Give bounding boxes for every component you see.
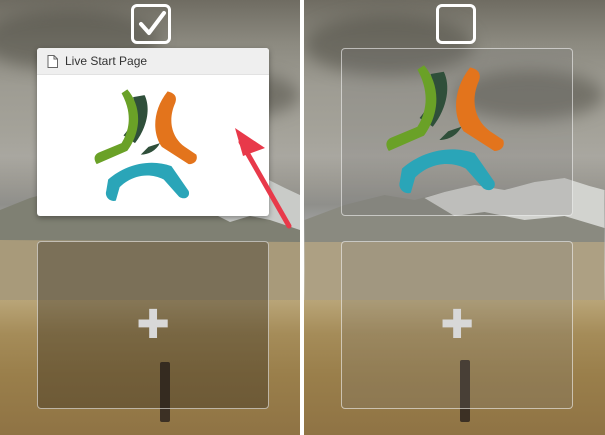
start-page-tile[interactable] [341, 48, 573, 216]
app-logo-icon [94, 89, 197, 201]
add-tile[interactable]: ✚ [37, 241, 269, 409]
right-panel: ✚ [304, 0, 605, 435]
add-tile[interactable]: ✚ [341, 241, 573, 409]
popup-header: Live Start Page [37, 48, 269, 75]
checkbox-checked[interactable] [131, 4, 171, 44]
checkbox-unchecked[interactable] [436, 4, 476, 44]
left-panel: Live Start Page ✚ [0, 0, 300, 435]
plus-icon: ✚ [440, 302, 474, 348]
arrow-annotation-icon [235, 128, 292, 229]
plus-icon: ✚ [136, 302, 170, 348]
page-icon [47, 54, 58, 68]
popup-title: Live Start Page [65, 54, 148, 68]
checkmark-icon [139, 11, 166, 35]
app-logo-icon [386, 65, 504, 194]
